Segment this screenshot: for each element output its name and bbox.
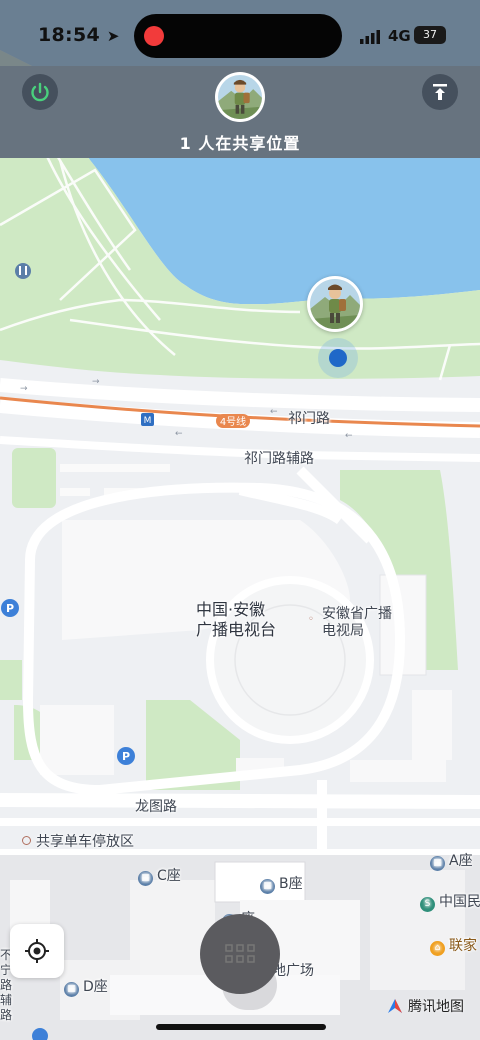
poi-dot-icon xyxy=(22,836,31,845)
battery-icon: 37 xyxy=(414,26,446,44)
poi-a-block-label: A座 xyxy=(449,853,473,869)
poi-bureau-line1: 安徽省广播 xyxy=(322,606,392,622)
signal-icon xyxy=(360,30,380,44)
poi-bike-parking[interactable]: 共享单车停放区 xyxy=(22,831,134,851)
screen: → ← ← ← → 4号线 M P P 祁门路 祁门路辅路 龙图路 中国·安徽 广播 xyxy=(0,0,480,1040)
parking-icon: P xyxy=(1,599,19,617)
location-dot xyxy=(329,349,347,367)
map-brand-logo: 腾讯地图 xyxy=(386,996,464,1016)
building-icon: ▦ xyxy=(430,856,445,871)
metro-line-label: 4号线 xyxy=(220,415,246,428)
status-time: 18:54 ➤ xyxy=(38,24,120,46)
road-label-qimen: 祁门路 xyxy=(288,411,330,427)
power-icon xyxy=(31,82,49,102)
shop-icon: ⌂ xyxy=(430,941,445,956)
poi-b-block-label: B座 xyxy=(279,876,303,892)
poi-bike-parking-label: 共享单车停放区 xyxy=(36,834,134,850)
my-location-marker xyxy=(318,338,358,378)
road-label-qimen-aux: 祁门路辅路 xyxy=(244,451,314,467)
poi-china-label: 中国民 xyxy=(439,894,480,910)
poi-c-block[interactable]: ▦ C座 xyxy=(138,865,181,886)
sharing-count-text: 1 人在共享位置 xyxy=(179,134,301,153)
locate-crosshair-icon xyxy=(25,939,49,963)
poi-china-partial[interactable]: S 中国民 xyxy=(420,891,480,912)
building-icon: ▦ xyxy=(64,982,79,997)
shared-user-avatar-map[interactable] xyxy=(307,276,363,332)
poi-d-block[interactable]: ▦ D座 xyxy=(64,976,108,997)
svg-text:→: → xyxy=(92,377,100,387)
grid-dots-icon xyxy=(225,944,255,963)
hiker-avatar-icon xyxy=(218,75,262,119)
brand-text: 腾讯地图 xyxy=(408,999,464,1015)
poi-lianjia-partial[interactable]: ⌂ 联家 xyxy=(430,935,477,956)
dynamic-island xyxy=(134,14,342,58)
share-upload-icon xyxy=(433,84,447,100)
svg-text:P: P xyxy=(122,750,130,763)
poi-bureau-line2: 电视局 xyxy=(322,623,364,639)
svg-text:←: ← xyxy=(345,431,353,441)
poi-tv-station[interactable]: 中国·安徽 广播电视台 xyxy=(196,600,276,640)
avatar-image xyxy=(310,279,360,329)
battery-level: 37 xyxy=(423,28,437,41)
menu-button[interactable] xyxy=(200,914,280,994)
road-label-longtu: 龙图路 xyxy=(135,799,177,815)
poi-dot-icon: ◦ xyxy=(308,614,314,625)
location-share-header: 1 人在共享位置 xyxy=(0,66,480,158)
restroom-icon xyxy=(15,263,31,279)
svg-text:→: → xyxy=(20,384,28,394)
bank-icon: S xyxy=(420,897,435,912)
svg-text:←: ← xyxy=(270,407,278,417)
poi-c-block-label: C座 xyxy=(157,868,181,884)
home-indicator[interactable] xyxy=(156,1024,326,1030)
hiker-avatar-icon xyxy=(310,279,360,329)
status-bar: 18:54 ➤ 4G 37 xyxy=(0,0,480,66)
poi-tv-station-line1: 中国·安徽 xyxy=(196,600,266,619)
building-icon: ▦ xyxy=(260,879,275,894)
svg-text:M: M xyxy=(144,416,152,426)
svg-text:←: ← xyxy=(175,429,183,439)
locate-me-button[interactable] xyxy=(10,924,64,978)
shared-user-avatar-header[interactable] xyxy=(215,72,265,122)
poi-lianjia-label: 联家 xyxy=(449,938,477,954)
tencent-map-logo-icon xyxy=(388,999,402,1013)
poi-a-block[interactable]: ▦ A座 xyxy=(430,850,473,871)
minimize-share-button[interactable] xyxy=(422,74,458,110)
poi-b-block[interactable]: ▦ B座 xyxy=(260,873,303,894)
recording-indicator-icon xyxy=(144,26,164,46)
poi-tv-station-line2: 广播电视台 xyxy=(196,620,277,639)
svg-text:P: P xyxy=(6,602,14,615)
location-arrow-icon: ➤ xyxy=(106,27,120,45)
avatar-image xyxy=(218,75,262,119)
poi-broadcast-bureau[interactable]: 安徽省广播 电视局 xyxy=(322,606,392,640)
building-icon: ▦ xyxy=(138,871,153,886)
poi-d-block-label: D座 xyxy=(83,979,108,995)
parking-icon: P xyxy=(117,747,135,765)
network-type: 4G xyxy=(388,27,411,45)
stop-sharing-button[interactable] xyxy=(22,74,58,110)
